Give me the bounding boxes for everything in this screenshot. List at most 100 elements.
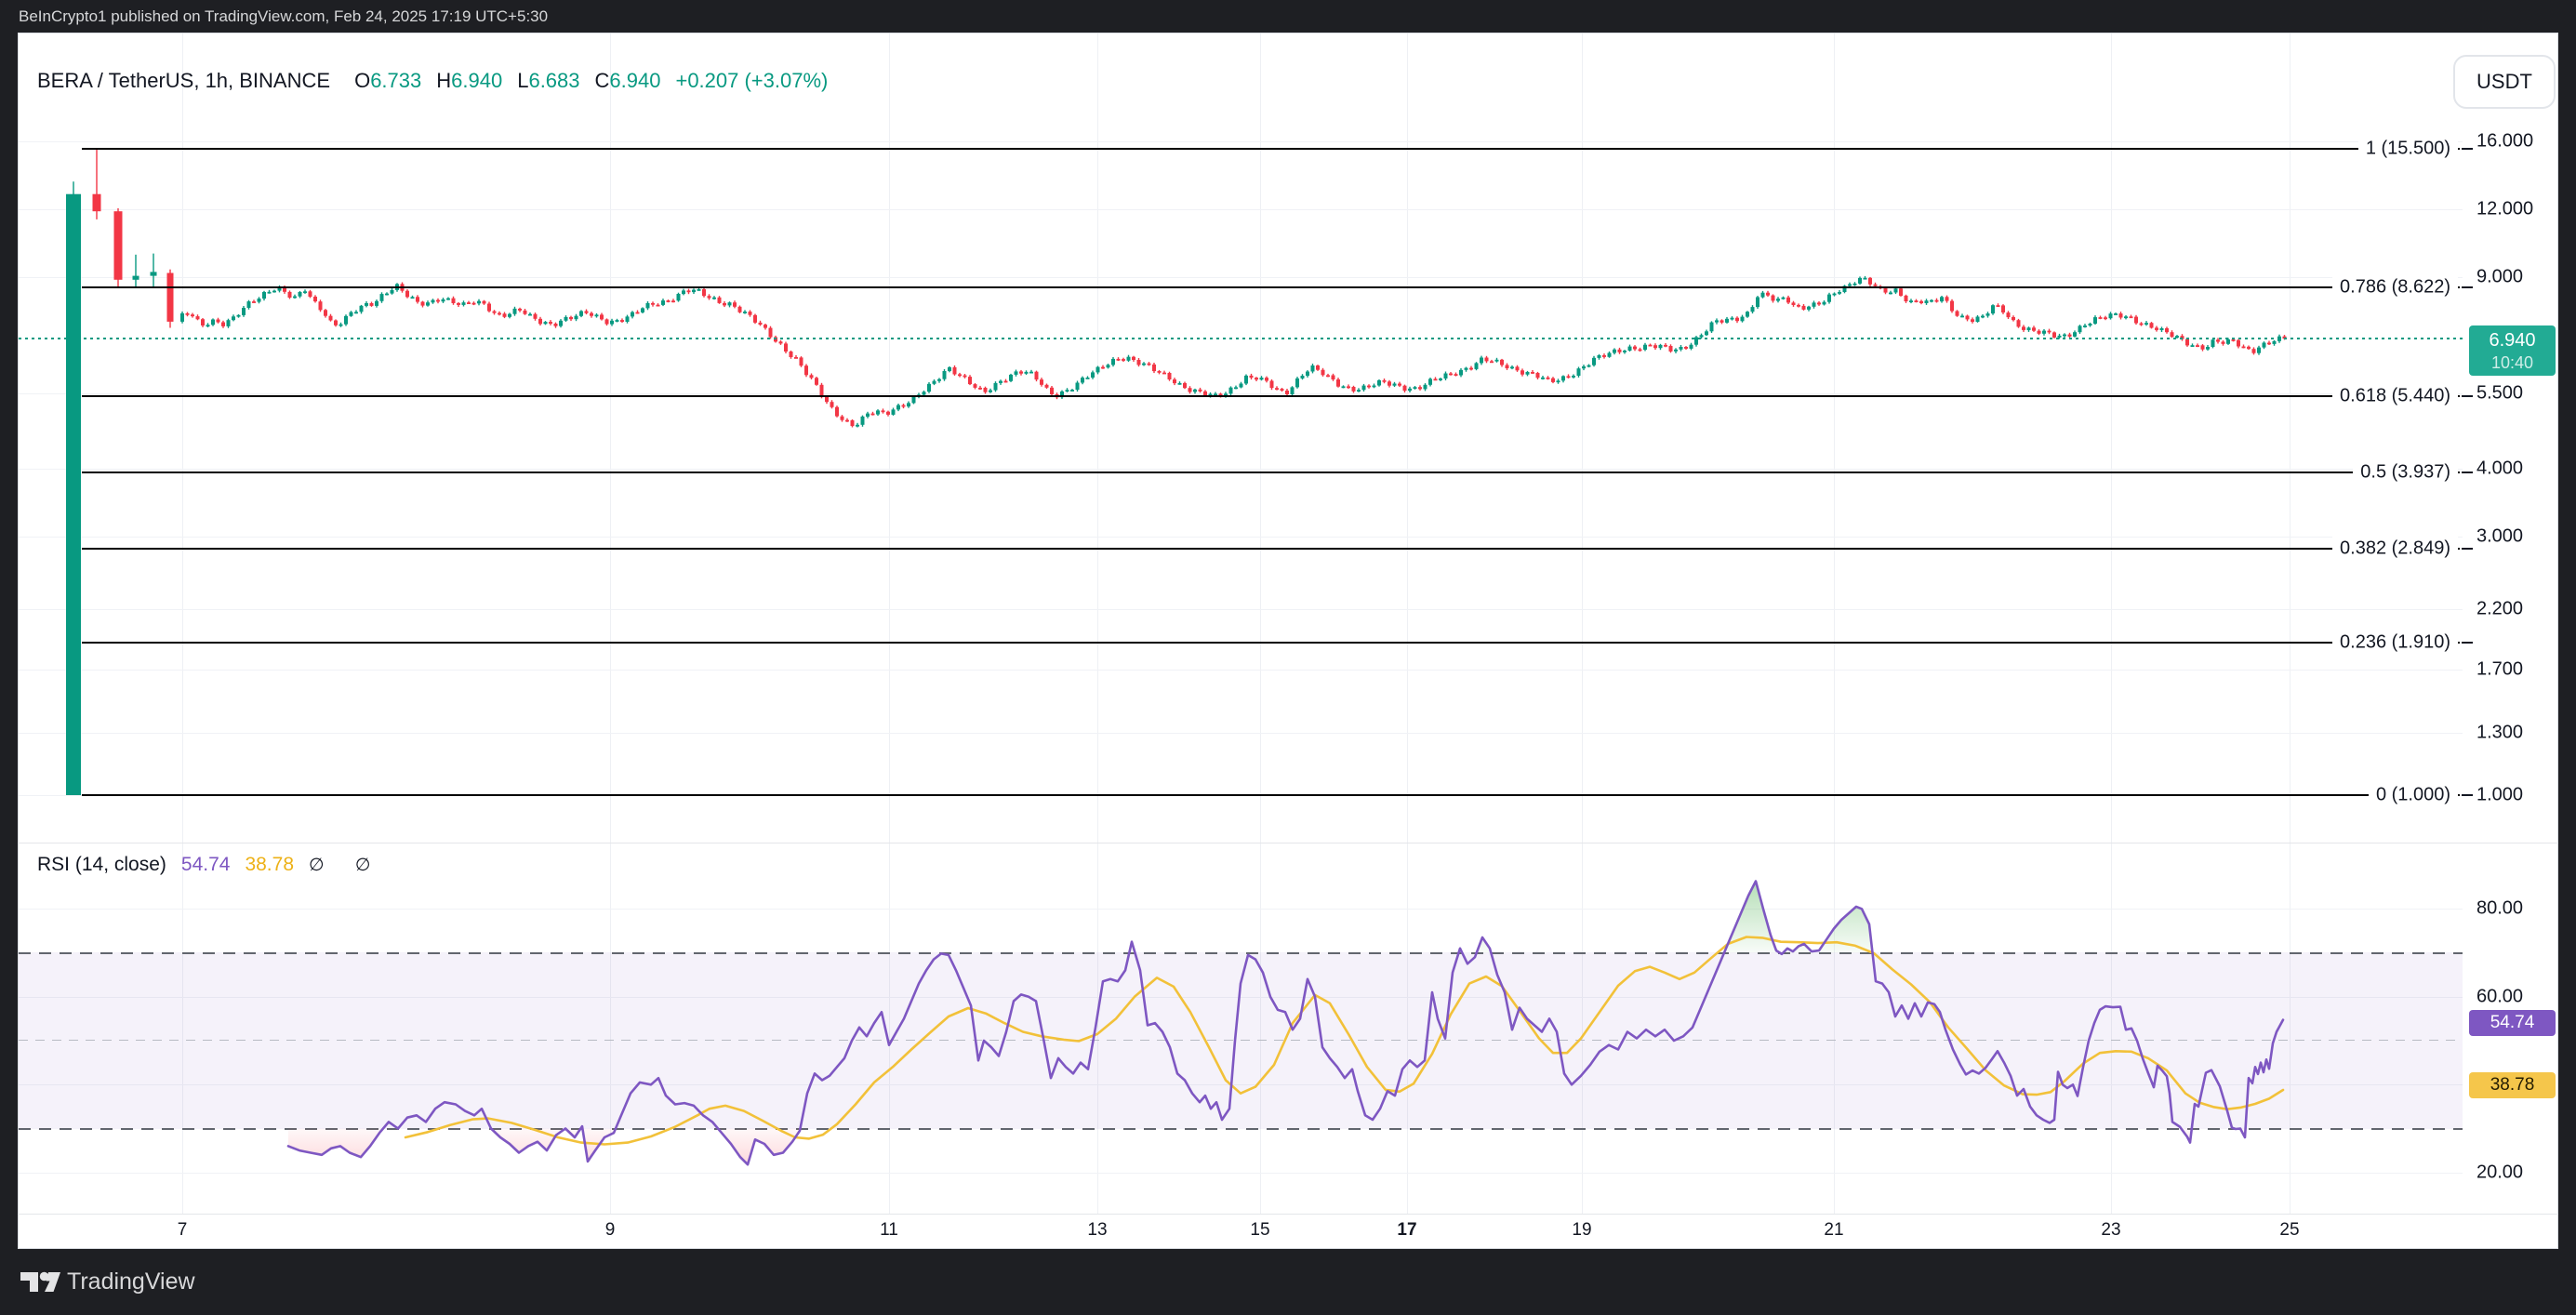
time-axis-label[interactable]: 9 <box>605 1220 616 1241</box>
candle <box>1127 355 1131 362</box>
rsi-title[interactable]: RSI (14, close) <box>37 854 166 875</box>
time-axis-label[interactable]: 21 <box>1824 1220 1843 1241</box>
candle <box>1475 362 1479 370</box>
candle <box>1608 352 1612 358</box>
currency-toggle-button[interactable]: USDT <box>2453 55 2556 109</box>
candle <box>1015 370 1018 377</box>
fib-retracement-line <box>82 642 2460 644</box>
time-axis-label[interactable]: 11 <box>880 1220 898 1241</box>
time-axis-label[interactable]: 17 <box>1397 1220 1416 1241</box>
tradingview-wordmark[interactable]: TradingView <box>67 1249 195 1315</box>
time-axis-label[interactable]: 7 <box>178 1220 188 1241</box>
candle <box>2211 339 2215 348</box>
candle <box>564 315 568 322</box>
candle <box>1086 376 1090 379</box>
tradingview-logo-icon[interactable] <box>20 1270 61 1295</box>
candle <box>483 300 486 305</box>
candle <box>1326 374 1330 378</box>
footer-bar: TradingView <box>0 1249 2576 1315</box>
fib-level-label[interactable]: 0.5 (3.937) <box>2353 459 2458 485</box>
price-axis-label[interactable]: 16.000 <box>2476 131 2533 153</box>
fib-retracement-line <box>82 395 2460 397</box>
price-axis-label[interactable]: 12.000 <box>2476 199 2533 220</box>
candle <box>2078 325 2082 334</box>
time-axis-label[interactable]: 25 <box>2279 1220 2299 1241</box>
rsi-axis-label[interactable]: 60.00 <box>2476 986 2523 1007</box>
candle <box>1561 376 1565 383</box>
rsi-legend: RSI (14, close)54.7438.78∅ ∅ <box>37 854 383 876</box>
price-axis-label[interactable]: 3.000 <box>2476 525 2523 547</box>
candle <box>380 292 384 303</box>
candle <box>1367 384 1371 389</box>
price-axis-label[interactable]: 2.200 <box>2476 599 2523 620</box>
price-axis-label[interactable]: 1.300 <box>2476 723 2523 744</box>
candle <box>508 312 511 318</box>
time-axis-label[interactable]: 23 <box>2101 1220 2120 1241</box>
ohlc-low: L6.683 <box>517 69 579 92</box>
candle <box>1827 293 1831 304</box>
candle <box>528 312 532 316</box>
candle <box>856 423 859 428</box>
candle <box>569 316 573 322</box>
price-axis-label[interactable]: 5.500 <box>2476 382 2523 404</box>
candle <box>1649 344 1653 347</box>
candle <box>1526 371 1530 377</box>
candle <box>1439 378 1442 381</box>
candle <box>657 303 660 306</box>
candle <box>462 300 466 306</box>
fib-level-label[interactable]: 0.382 (2.849) <box>2332 536 2458 561</box>
candle <box>288 290 292 299</box>
candle <box>579 310 583 317</box>
candle <box>1653 343 1657 350</box>
fib-level-label[interactable]: 0 (1.000) <box>2369 783 2458 808</box>
candle <box>1168 372 1172 381</box>
candle <box>1741 315 1745 323</box>
time-axis-label[interactable]: 19 <box>1572 1220 1591 1241</box>
candle <box>2114 312 2118 315</box>
time-axis-label[interactable]: 13 <box>1087 1220 1107 1241</box>
price-axis-label[interactable]: 1.700 <box>2476 659 2523 681</box>
candle <box>1418 385 1422 391</box>
rsi-pane-canvas[interactable] <box>19 843 2464 1214</box>
fib-level-label[interactable]: 0.786 (8.622) <box>2332 274 2458 299</box>
candle <box>467 301 471 304</box>
candle <box>2022 325 2025 332</box>
candle <box>784 342 788 354</box>
fib-level-label[interactable]: 0.618 (5.440) <box>2332 383 2458 408</box>
candle <box>268 290 272 294</box>
candle <box>1414 386 1417 390</box>
candle <box>2017 319 2021 328</box>
price-axis-label[interactable]: 9.000 <box>2476 267 2523 288</box>
ohlc-high: H6.940 <box>436 69 502 92</box>
price-axis-label[interactable]: 1.000 <box>2476 785 2523 806</box>
candle <box>2104 316 2107 321</box>
price-pane-canvas[interactable] <box>19 33 2464 843</box>
candle <box>1833 292 1837 296</box>
candle <box>303 289 307 294</box>
candle <box>2007 311 2011 319</box>
candle <box>1582 365 1586 370</box>
rsi-line <box>288 882 2283 1165</box>
candle <box>1316 365 1320 371</box>
candle <box>2140 322 2144 325</box>
candle <box>1428 378 1432 387</box>
candle <box>1188 386 1192 393</box>
candle <box>133 255 139 288</box>
fib-level-label[interactable]: 0.236 (1.910) <box>2332 630 2458 655</box>
candle <box>620 318 624 323</box>
candle <box>334 319 338 326</box>
rsi-axis-label[interactable]: 80.00 <box>2476 898 2523 920</box>
fib-level-label[interactable]: 1 (15.500) <box>2358 137 2458 162</box>
candle <box>590 312 593 318</box>
candle <box>605 318 609 325</box>
candle <box>1746 311 1749 318</box>
candle <box>329 314 333 322</box>
candle <box>1864 276 1867 280</box>
candle <box>718 296 722 304</box>
symbol-title[interactable]: BERA / TetherUS, 1h, BINANCE <box>37 69 330 92</box>
time-axis-label[interactable]: 15 <box>1250 1220 1269 1241</box>
candle <box>554 323 558 328</box>
candle <box>114 208 123 287</box>
price-axis-label[interactable]: 4.000 <box>2476 458 2523 479</box>
rsi-axis-label[interactable]: 20.00 <box>2476 1162 2523 1183</box>
